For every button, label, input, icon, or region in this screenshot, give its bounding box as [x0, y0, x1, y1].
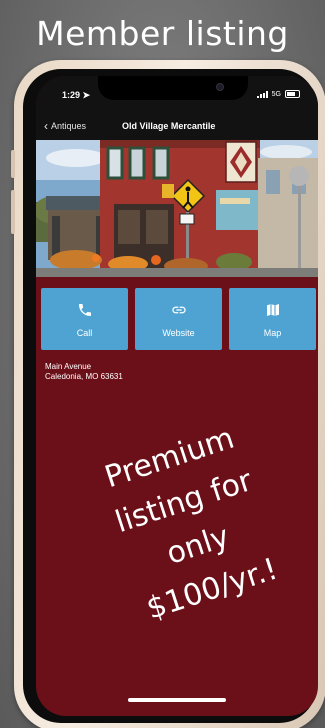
- storefront-image: [36, 140, 318, 277]
- map-label: Map: [263, 328, 282, 338]
- back-label: Antiques: [51, 121, 87, 131]
- status-indicators: 5G: [256, 90, 300, 98]
- camera-icon: [216, 83, 224, 91]
- address-block: Main Avenue Caledonia, MO 63631: [45, 362, 123, 382]
- map-button[interactable]: Map: [229, 288, 316, 350]
- call-label: Call: [76, 328, 93, 338]
- page-title: Old Village Mercantile: [122, 121, 216, 131]
- website-button[interactable]: Website: [135, 288, 222, 350]
- listing-photo: [36, 140, 318, 277]
- home-indicator[interactable]: [128, 698, 226, 702]
- navigation-bar: ‹ Antiques Old Village Mercantile: [36, 114, 318, 140]
- status-time: 1:29 ➤: [62, 90, 91, 100]
- promo-text: Premium listing for only $100/yr.!: [53, 401, 318, 647]
- address-line-2: Caledonia, MO 63631: [45, 372, 123, 381]
- phone-icon: [41, 302, 128, 320]
- promo-canvas: Member listing 1:29 ➤ 5G ‹ Antiques Old …: [0, 0, 325, 728]
- website-label: Website: [162, 328, 195, 338]
- address-line-1: Main Avenue: [45, 362, 92, 371]
- map-icon: [229, 302, 316, 320]
- app-screen: 1:29 ➤ 5G ‹ Antiques Old Village Mercant…: [36, 76, 318, 716]
- status-bar: 1:29 ➤ 5G: [36, 76, 318, 114]
- canvas-title: Member listing: [36, 14, 289, 53]
- back-button[interactable]: ‹ Antiques: [44, 119, 87, 133]
- network-label: 5G: [271, 90, 281, 98]
- location-arrow-icon: ➤: [82, 90, 91, 100]
- call-button[interactable]: Call: [41, 288, 128, 350]
- phone-notch: [98, 76, 248, 100]
- phone-side-button: [11, 190, 15, 234]
- link-icon: [135, 302, 222, 320]
- chevron-left-icon: ‹: [44, 119, 48, 133]
- battery-icon: [285, 90, 300, 98]
- action-buttons: Call Website Map: [41, 288, 318, 350]
- signal-icon: [256, 90, 268, 98]
- phone-side-button: [11, 150, 15, 178]
